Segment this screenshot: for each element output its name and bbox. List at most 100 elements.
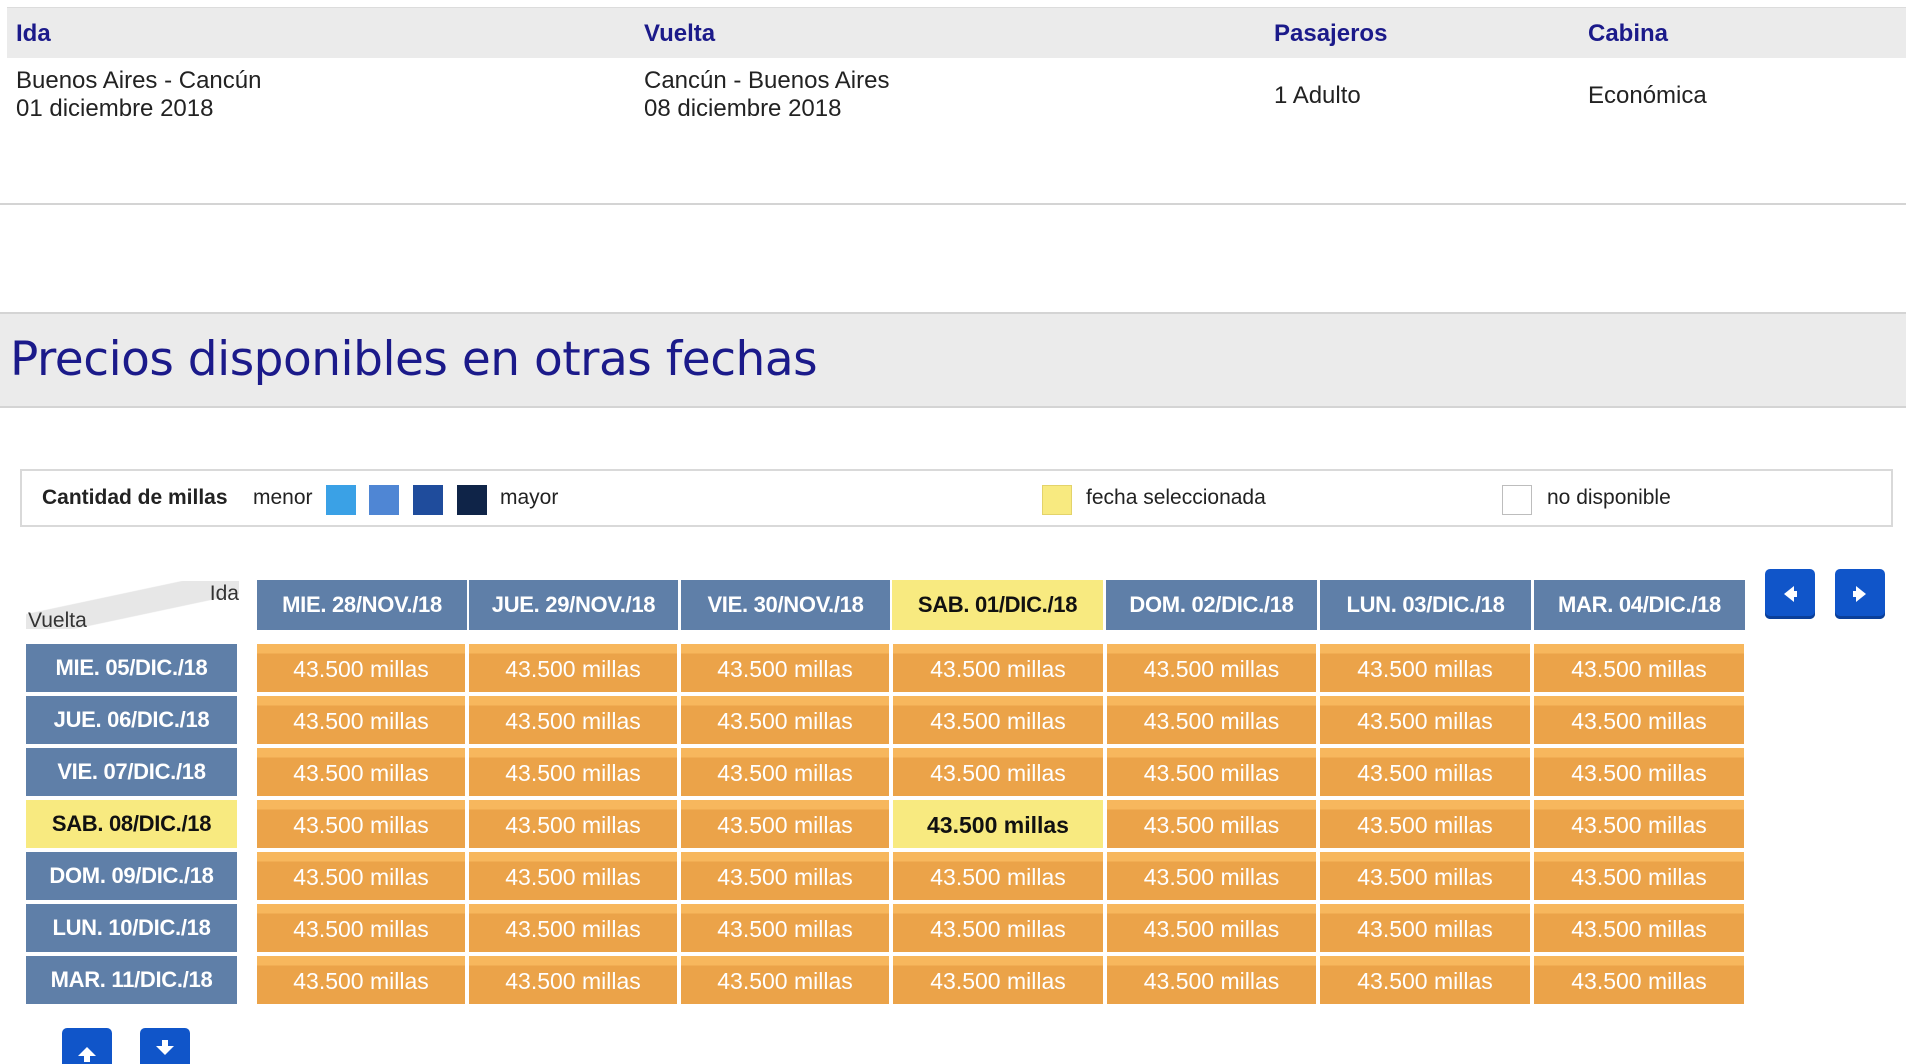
price-cell[interactable]: 43.500 millas: [681, 696, 889, 744]
column-header[interactable]: LUN. 03/DIC./18: [1320, 580, 1531, 630]
legend-swatch-2: [369, 485, 399, 515]
arrow-down-icon: [156, 1040, 174, 1055]
price-cell[interactable]: 43.500 millas: [1320, 748, 1530, 796]
price-cell[interactable]: 43.500 millas: [469, 748, 677, 796]
legend-swatch-4: [457, 485, 487, 515]
price-cell[interactable]: 43.500 millas: [1534, 644, 1744, 692]
price-cell[interactable]: 43.500 millas: [681, 800, 889, 848]
price-cell[interactable]: 43.500 millas: [893, 852, 1103, 900]
price-cell[interactable]: 43.500 millas: [469, 644, 677, 692]
divider: [0, 203, 1906, 205]
legend-swatch-1: [326, 485, 356, 515]
corner-ida-label: Ida: [209, 582, 239, 605]
price-cell[interactable]: 43.500 millas: [257, 644, 465, 692]
column-header[interactable]: JUE. 29/NOV./18: [469, 580, 678, 630]
price-cell[interactable]: 43.500 millas: [257, 748, 465, 796]
column-header[interactable]: DOM. 02/DIC./18: [1106, 580, 1317, 630]
row-header[interactable]: MIE. 05/DIC./18: [26, 644, 237, 692]
row-header-selected[interactable]: SAB. 08/DIC./18: [26, 800, 237, 848]
legend-mayor: mayor: [500, 486, 559, 509]
arrow-up-icon: [78, 1047, 96, 1062]
price-cell[interactable]: 43.500 millas: [681, 852, 889, 900]
price-cell[interactable]: 43.500 millas: [1107, 852, 1316, 900]
column-header-selected[interactable]: SAB. 01/DIC./18: [892, 580, 1103, 630]
corner-vuelta-label: Vuelta: [28, 609, 87, 632]
row-header[interactable]: LUN. 10/DIC./18: [26, 904, 237, 952]
legend-menor: menor: [253, 486, 313, 509]
price-cell[interactable]: 43.500 millas: [893, 748, 1103, 796]
price-cell[interactable]: 43.500 millas: [469, 956, 677, 1004]
ida-route: Buenos Aires - Cancún: [16, 67, 262, 94]
price-cell[interactable]: 43.500 millas: [681, 904, 889, 952]
price-cell[interactable]: 43.500 millas: [1320, 956, 1530, 1004]
legend-unavailable-label: no disponible: [1547, 486, 1671, 509]
price-cell[interactable]: 43.500 millas: [1534, 696, 1744, 744]
price-cell[interactable]: 43.500 millas: [1534, 904, 1744, 952]
ida-date: 01 diciembre 2018: [16, 95, 214, 122]
price-cell[interactable]: 43.500 millas: [1320, 644, 1530, 692]
legend-unavailable-swatch: [1502, 485, 1532, 515]
row-header[interactable]: DOM. 09/DIC./18: [26, 852, 237, 900]
price-cell[interactable]: 43.500 millas: [681, 748, 889, 796]
price-cell[interactable]: 43.500 millas: [893, 696, 1103, 744]
section-title: Precios disponibles en otras fechas: [10, 332, 818, 387]
price-cell[interactable]: 43.500 millas: [257, 800, 465, 848]
section-header: Precios disponibles en otras fechas: [0, 312, 1906, 408]
pasajeros-value: 1 Adulto: [1274, 82, 1361, 109]
summary-header: Ida Vuelta Pasajeros Cabina: [7, 7, 1906, 58]
price-cell[interactable]: 43.500 millas: [1320, 800, 1530, 848]
next-return-dates-button[interactable]: [140, 1028, 190, 1064]
arrow-right-icon: [1853, 586, 1866, 602]
price-cell[interactable]: 43.500 millas: [469, 696, 677, 744]
price-cell[interactable]: 43.500 millas: [257, 956, 465, 1004]
price-cell[interactable]: 43.500 millas: [1534, 748, 1744, 796]
price-cell[interactable]: 43.500 millas: [1320, 696, 1530, 744]
header-vuelta: Vuelta: [644, 20, 716, 47]
price-cell[interactable]: 43.500 millas: [257, 696, 465, 744]
price-cell[interactable]: 43.500 millas: [1107, 748, 1316, 796]
price-cell[interactable]: 43.500 millas: [1107, 644, 1316, 692]
column-header[interactable]: MAR. 04/DIC./18: [1534, 580, 1745, 630]
grid-corner: Ida Vuelta: [26, 581, 239, 632]
vuelta-route: Cancún - Buenos Aires: [644, 67, 890, 94]
price-cell[interactable]: 43.500 millas: [1534, 956, 1744, 1004]
price-cell[interactable]: 43.500 millas: [469, 800, 677, 848]
header-ida: Ida: [16, 20, 51, 47]
price-cell[interactable]: 43.500 millas: [1320, 904, 1530, 952]
vuelta-date: 08 diciembre 2018: [644, 95, 842, 122]
prev-return-dates-button[interactable]: [62, 1028, 112, 1064]
price-cell[interactable]: 43.500 millas: [1107, 800, 1316, 848]
price-cell[interactable]: 43.500 millas: [257, 852, 465, 900]
next-dates-button[interactable]: [1835, 569, 1885, 619]
price-cell[interactable]: 43.500 millas: [1107, 956, 1316, 1004]
price-cell[interactable]: 43.500 millas: [257, 904, 465, 952]
legend-selected-swatch: [1042, 485, 1072, 515]
legend-selected-label: fecha seleccionada: [1086, 486, 1266, 509]
price-cell[interactable]: 43.500 millas: [681, 956, 889, 1004]
prev-dates-button[interactable]: [1765, 569, 1815, 619]
legend-swatch-3: [413, 485, 443, 515]
header-pasajeros: Pasajeros: [1274, 20, 1388, 47]
column-header[interactable]: MIE. 28/NOV./18: [257, 580, 467, 630]
price-cell[interactable]: 43.500 millas: [1107, 696, 1316, 744]
price-cell[interactable]: 43.500 millas: [1107, 904, 1316, 952]
cabina-value: Económica: [1588, 82, 1707, 109]
price-cell[interactable]: 43.500 millas: [893, 956, 1103, 1004]
column-header[interactable]: VIE. 30/NOV./18: [681, 580, 890, 630]
price-cell[interactable]: 43.500 millas: [469, 852, 677, 900]
legend-label: Cantidad de millas: [42, 486, 228, 509]
price-cell[interactable]: 43.500 millas: [1534, 800, 1744, 848]
price-cell[interactable]: 43.500 millas: [681, 644, 889, 692]
price-cell[interactable]: 43.500 millas: [893, 644, 1103, 692]
row-header[interactable]: VIE. 07/DIC./18: [26, 748, 237, 796]
price-cell[interactable]: 43.500 millas: [1534, 852, 1744, 900]
price-cell[interactable]: 43.500 millas: [469, 904, 677, 952]
header-cabina: Cabina: [1588, 20, 1669, 47]
price-cell[interactable]: 43.500 millas: [893, 904, 1103, 952]
row-header[interactable]: JUE. 06/DIC./18: [26, 696, 237, 744]
row-header[interactable]: MAR. 11/DIC./18: [26, 956, 237, 1004]
legend: Cantidad de millas menor mayor fecha sel…: [20, 469, 1893, 527]
price-cell[interactable]: 43.500 millas: [1320, 852, 1530, 900]
arrow-left-icon: [1784, 586, 1797, 602]
price-cell-selected[interactable]: 43.500 millas: [893, 800, 1103, 848]
